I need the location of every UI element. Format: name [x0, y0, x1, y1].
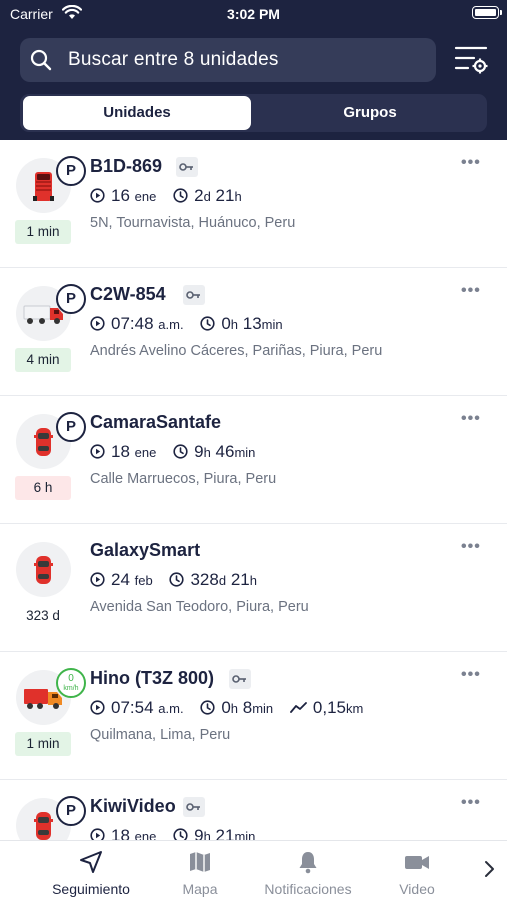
route-icon: [290, 702, 307, 713]
play-circle-icon: [90, 188, 105, 203]
clock-icon: [200, 316, 215, 331]
play-circle-icon: [90, 572, 105, 587]
unit-name: CamaraSantafe: [90, 412, 222, 432]
unit-row-hino[interactable]: 0 km/h 1 min Hino (T3Z 800) ••• 07:54 a.…: [0, 652, 507, 780]
more-options-button[interactable]: •••: [461, 538, 481, 556]
search-input[interactable]: Buscar entre 8 unidades: [20, 38, 436, 82]
clock-icon: [173, 188, 188, 203]
vehicle-avatar: [16, 542, 71, 597]
trip-distance: 0,15km: [290, 698, 363, 718]
parked-badge: P: [56, 796, 86, 826]
nav-mapa[interactable]: Mapa: [165, 841, 235, 900]
search-icon: [30, 49, 52, 76]
unit-meta: 16 ene 2d 21h: [90, 186, 254, 208]
nav-notificaciones[interactable]: Notificaciones: [255, 841, 361, 900]
ignition-key-icon: [176, 157, 198, 177]
parked-badge: P: [56, 156, 86, 186]
unit-meta: 24 feb 328d 21h: [90, 570, 269, 592]
search-placeholder: Buscar entre 8 unidades: [68, 49, 279, 70]
nav-label: Mapa: [182, 881, 218, 897]
clock-icon: [173, 444, 188, 459]
last-update-badge: 1 min: [15, 732, 71, 756]
stop-start-time: 24 feb: [90, 570, 153, 590]
more-options-button[interactable]: •••: [461, 410, 481, 428]
more-options-button[interactable]: •••: [461, 794, 481, 812]
unit-row-b1d-869[interactable]: P 1 min B1D-869 ••• 16 ene 2d 21h 5N, To…: [0, 140, 507, 268]
stop-start-time: 18 ene: [90, 442, 156, 462]
play-circle-icon: [90, 700, 105, 715]
unit-meta: 18 ene 9h 46min: [90, 442, 267, 464]
nav-seguimiento[interactable]: Seguimiento: [40, 841, 142, 900]
stop-start-time: 07:48 a.m.: [90, 314, 184, 334]
app-header: Carrier 3:02 PM Buscar entre 8 unidades: [0, 0, 507, 140]
unit-name: C2W-854: [90, 284, 166, 304]
ignition-key-icon: [229, 669, 251, 689]
parked-badge: P: [56, 284, 86, 314]
nav-label: Seguimiento: [52, 881, 130, 897]
stop-duration: 2d 21h: [173, 186, 242, 206]
chevron-right-icon[interactable]: [482, 859, 496, 884]
trip-duration: 0h 8min: [200, 698, 273, 718]
unit-address: Calle Marruecos, Piura, Peru: [90, 471, 277, 487]
trip-start-time: 07:54 a.m.: [90, 698, 184, 718]
unit-row-c2w-854[interactable]: P 4 min C2W-854 ••• 07:48 a.m. 0h 13min …: [0, 268, 507, 396]
unit-meta: 07:48 a.m. 0h 13min: [90, 314, 295, 336]
unit-meta: 18 ene 9h 21min: [90, 826, 267, 840]
car-red-icon: [34, 556, 53, 584]
filter-settings-icon: [452, 46, 492, 80]
nav-label: Video: [399, 881, 435, 897]
play-circle-icon: [90, 828, 105, 840]
unit-name: GalaxySmart: [90, 540, 201, 560]
last-update-badge: 1 min: [15, 220, 71, 244]
filter-settings-button[interactable]: [452, 44, 492, 76]
tab-grupos[interactable]: Grupos: [256, 96, 484, 130]
unit-address: 5N, Tournavista, Huánuco, Peru: [90, 215, 296, 231]
clock-icon: [173, 828, 188, 840]
nav-label: Notificaciones: [264, 881, 352, 897]
stop-duration: 0h 13min: [200, 314, 283, 334]
unit-row-galaxysmart[interactable]: 323 d GalaxySmart ••• 24 feb 328d 21h Av…: [0, 524, 507, 652]
play-circle-icon: [90, 316, 105, 331]
unit-name: KiwiVideo: [90, 796, 176, 816]
bell-icon: [295, 849, 321, 880]
clock: 3:02 PM: [227, 6, 280, 22]
last-update-badge: 4 min: [15, 348, 71, 372]
last-update-badge: 6 h: [15, 476, 71, 500]
unit-address: Quilmana, Lima, Peru: [90, 727, 231, 743]
map-icon: [187, 849, 213, 880]
tab-unidades[interactable]: Unidades: [23, 96, 251, 130]
stop-start-time: 16 ene: [90, 186, 156, 206]
clock-icon: [200, 700, 215, 715]
speed-badge: 0 km/h: [56, 668, 86, 698]
last-update-badge: 323 d: [26, 608, 60, 623]
bottom-tab-bar: Seguimiento Mapa Notificaciones Video: [0, 840, 507, 900]
unit-name: Hino (T3Z 800): [90, 668, 215, 688]
units-list[interactable]: P 1 min B1D-869 ••• 16 ene 2d 21h 5N, To…: [0, 140, 507, 840]
stop-start-time: 18 ene: [90, 826, 156, 840]
ignition-key-icon: [183, 797, 205, 817]
battery-icon: [472, 6, 502, 19]
more-options-button[interactable]: •••: [461, 282, 481, 300]
nav-video[interactable]: Video: [382, 841, 452, 900]
more-options-button[interactable]: •••: [461, 154, 481, 172]
video-camera-icon: [403, 849, 431, 880]
unit-address: Avenida San Teodoro, Piura, Peru: [90, 599, 309, 615]
unit-row-camarasantafe[interactable]: P 6 h CamaraSantafe ••• 18 ene 9h 46min …: [0, 396, 507, 524]
unit-meta: 07:54 a.m. 0h 8min 0,15km: [90, 698, 375, 720]
ignition-key-icon: [183, 285, 205, 305]
status-bar: Carrier 3:02 PM: [0, 0, 507, 30]
unit-name: B1D-869: [90, 156, 163, 176]
navigation-arrow-icon: [78, 849, 104, 880]
stop-duration: 9h 21min: [173, 826, 255, 840]
stop-duration: 328d 21h: [169, 570, 257, 590]
clock-icon: [169, 572, 185, 587]
more-options-button[interactable]: •••: [461, 666, 481, 684]
segmented-control: Unidades Grupos: [20, 94, 487, 132]
stop-duration: 9h 46min: [173, 442, 255, 462]
unit-row-kiwivideo[interactable]: P KiwiVideo ••• 18 ene 9h 21min: [0, 780, 507, 840]
unit-address: Andrés Avelino Cáceres, Pariñas, Piura, …: [90, 343, 383, 359]
parked-badge: P: [56, 412, 86, 442]
play-circle-icon: [90, 444, 105, 459]
